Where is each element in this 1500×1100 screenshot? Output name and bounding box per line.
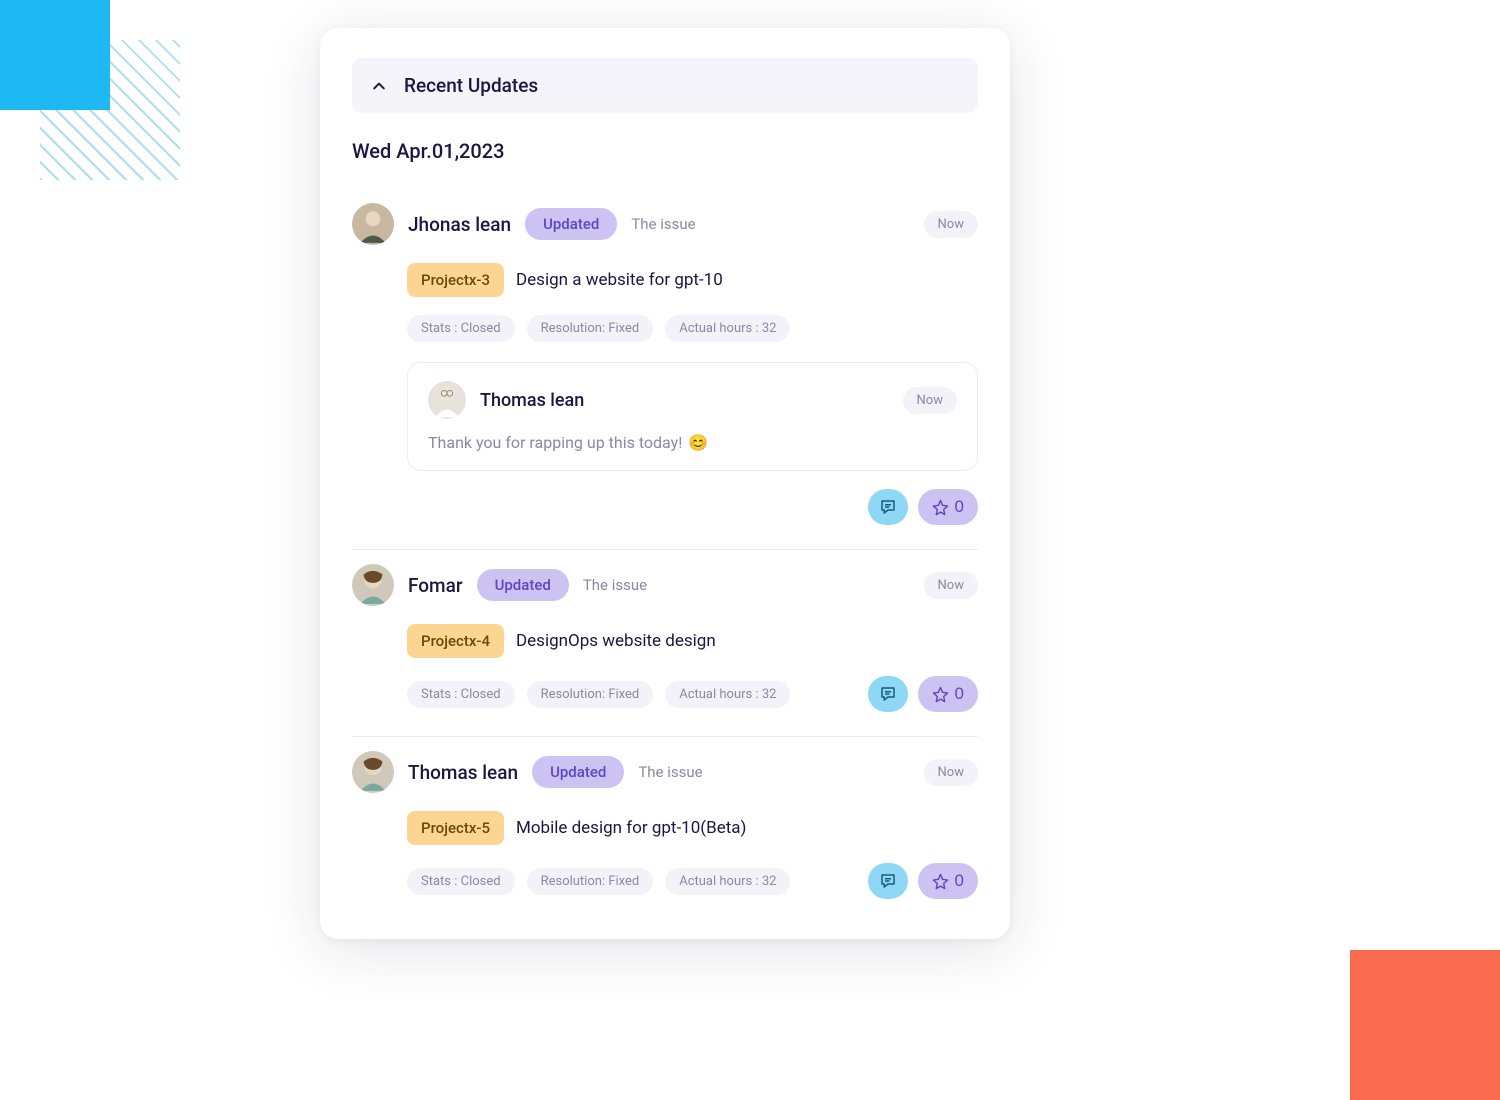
chevron-up-icon <box>372 79 386 93</box>
stats-pill: Stats : Closed <box>407 315 515 342</box>
update-item: Jhonas lean Updated The issue Now Projec… <box>352 189 978 550</box>
user-name: Fomar <box>408 574 463 597</box>
resolution-pill: Resolution: Fixed <box>527 681 654 708</box>
hours-pill: Actual hours : 32 <box>665 868 790 895</box>
star-button[interactable]: 0 <box>918 489 978 525</box>
decorative-blue-square <box>0 0 110 110</box>
action-badge: Updated <box>532 756 624 788</box>
action-suffix: The issue <box>631 215 695 233</box>
smile-emoji-icon: 😊 <box>688 433 708 452</box>
user-name: Thomas lean <box>408 761 518 784</box>
task-row: Projectx-3 Design a website for gpt-10 <box>407 263 978 297</box>
avatar[interactable] <box>352 203 394 245</box>
action-badge: Updated <box>477 569 569 601</box>
chat-icon <box>879 872 897 890</box>
star-icon <box>932 686 949 703</box>
time-pill: Now <box>924 211 978 238</box>
comment-user: Thomas lean <box>480 390 584 411</box>
task-title: DesignOps website design <box>516 631 716 651</box>
meta-row: Stats : Closed Resolution: Fixed Actual … <box>407 676 978 712</box>
task-row: Projectx-5 Mobile design for gpt-10(Beta… <box>407 811 978 845</box>
comment-button[interactable] <box>868 863 908 899</box>
resolution-pill: Resolution: Fixed <box>527 868 654 895</box>
star-count: 0 <box>955 871 964 891</box>
time-pill: Now <box>924 572 978 599</box>
task-row: Projectx-4 DesignOps website design <box>407 624 978 658</box>
star-button[interactable]: 0 <box>918 863 978 899</box>
star-count: 0 <box>955 684 964 704</box>
time-pill: Now <box>903 387 957 414</box>
actions-row: 0 <box>868 863 978 899</box>
decorative-orange-square <box>1350 950 1500 1100</box>
action-badge: Updated <box>525 208 617 240</box>
actions-row: 0 <box>352 489 978 525</box>
comment-text: Thank you for rapping up this today! <box>428 433 682 452</box>
header-title: Recent Updates <box>404 74 538 97</box>
collapse-header[interactable]: Recent Updates <box>352 58 978 113</box>
hours-pill: Actual hours : 32 <box>665 315 790 342</box>
update-header-row: Thomas lean Updated The issue Now <box>352 751 978 793</box>
star-icon <box>932 873 949 890</box>
avatar[interactable] <box>352 564 394 606</box>
meta-row: Stats : Closed Resolution: Fixed Actual … <box>407 863 978 899</box>
task-title: Design a website for gpt-10 <box>516 270 723 290</box>
project-badge[interactable]: Projectx-5 <box>407 811 504 845</box>
action-suffix: The issue <box>583 576 647 594</box>
comment-header: Thomas lean Now <box>428 381 957 419</box>
task-title: Mobile design for gpt-10(Beta) <box>516 818 746 838</box>
comment-card: Thomas lean Now Thank you for rapping up… <box>407 362 978 471</box>
comment-button[interactable] <box>868 676 908 712</box>
comment-button[interactable] <box>868 489 908 525</box>
action-suffix: The issue <box>638 763 702 781</box>
stats-pill: Stats : Closed <box>407 868 515 895</box>
chat-icon <box>879 685 897 703</box>
star-count: 0 <box>955 497 964 517</box>
star-icon <box>932 499 949 516</box>
avatar[interactable] <box>352 751 394 793</box>
comment-body: Thank you for rapping up this today! 😊 <box>428 433 957 452</box>
meta-row: Stats : Closed Resolution: Fixed Actual … <box>407 315 978 342</box>
update-header-row: Fomar Updated The issue Now <box>352 564 978 606</box>
chat-icon <box>879 498 897 516</box>
update-item: Fomar Updated The issue Now Projectx-4 D… <box>352 550 978 737</box>
recent-updates-card: Recent Updates Wed Apr.01,2023 Jhonas le… <box>320 28 1010 939</box>
update-item: Thomas lean Updated The issue Now Projec… <box>352 737 978 899</box>
avatar[interactable] <box>428 381 466 419</box>
star-button[interactable]: 0 <box>918 676 978 712</box>
time-pill: Now <box>924 759 978 786</box>
hours-pill: Actual hours : 32 <box>665 681 790 708</box>
stats-pill: Stats : Closed <box>407 681 515 708</box>
resolution-pill: Resolution: Fixed <box>527 315 654 342</box>
project-badge[interactable]: Projectx-4 <box>407 624 504 658</box>
actions-row: 0 <box>868 676 978 712</box>
date-label: Wed Apr.01,2023 <box>352 139 978 163</box>
update-header-row: Jhonas lean Updated The issue Now <box>352 203 978 245</box>
project-badge[interactable]: Projectx-3 <box>407 263 504 297</box>
user-name: Jhonas lean <box>408 213 511 236</box>
